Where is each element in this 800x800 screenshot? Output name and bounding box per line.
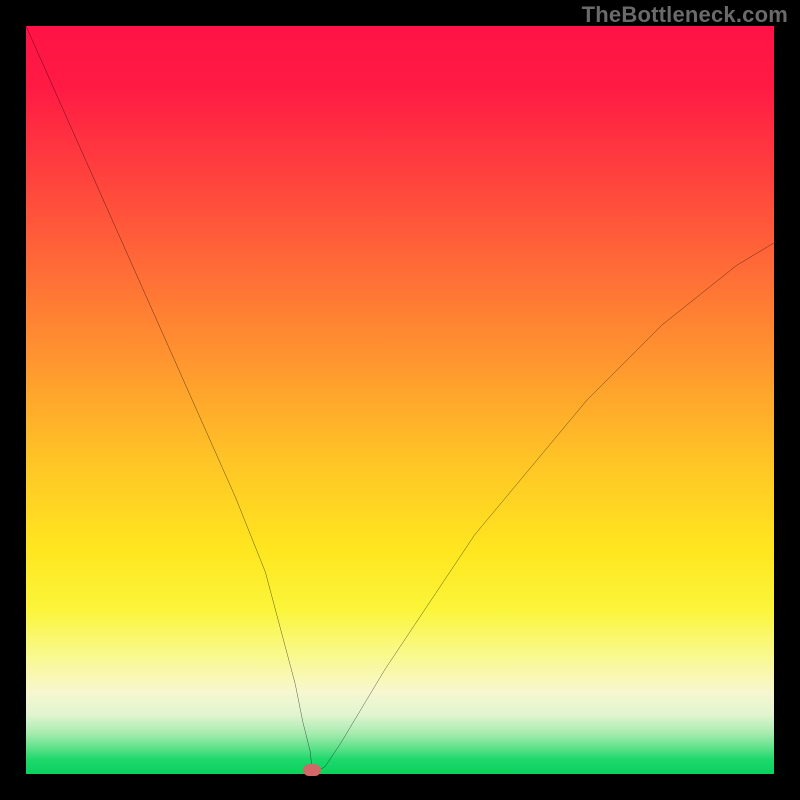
bottleneck-curve [26,26,774,774]
plot-area [26,26,774,774]
optimal-point-marker [303,764,321,776]
chart-frame: TheBottleneck.com [0,0,800,800]
attribution-label: TheBottleneck.com [582,2,788,28]
